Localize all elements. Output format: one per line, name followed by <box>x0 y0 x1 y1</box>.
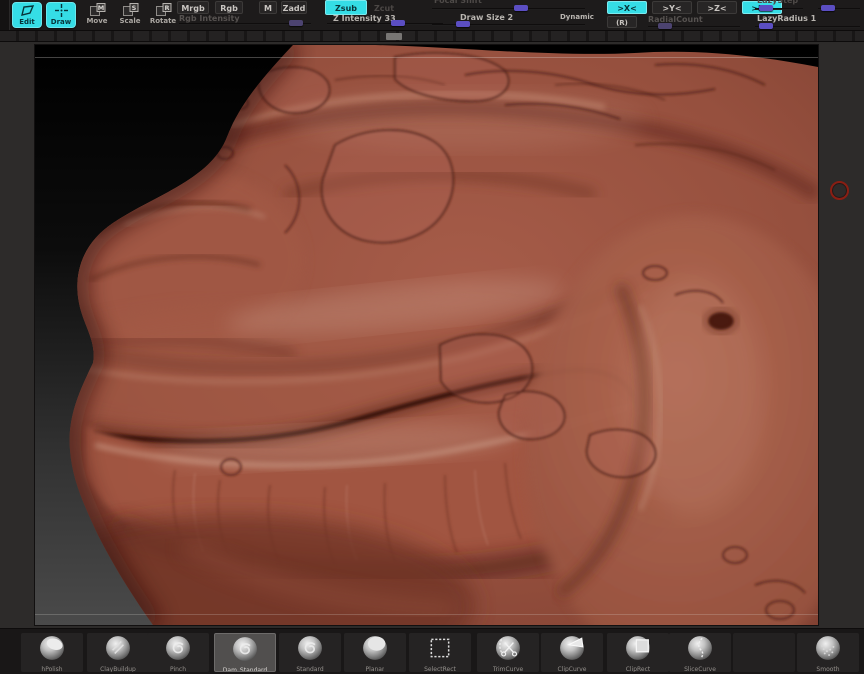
brush-label: Pinch <box>169 666 187 672</box>
brush-label: ClayBuildup <box>100 666 136 672</box>
edit-icon <box>20 5 34 16</box>
brush-label: Standard <box>296 666 324 672</box>
brush-trimcurve[interactable]: TrimCurve <box>477 633 539 672</box>
toolbar-left-edge <box>0 0 10 30</box>
sphere-scissors-icon <box>495 635 521 665</box>
move-button[interactable]: M Move <box>82 3 112 27</box>
sphere-slice-icon <box>687 635 713 665</box>
radial-count-slider[interactable] <box>648 23 740 29</box>
brush-label: Dam_Standard <box>222 667 268 671</box>
brush-cliprect[interactable]: ClipRect <box>607 633 669 672</box>
brush-label: Smooth <box>816 666 840 672</box>
sphere-planar-icon <box>362 635 388 665</box>
sphere-swirl-icon <box>165 635 191 665</box>
m-button[interactable]: M <box>259 1 277 14</box>
brush-label: SliceCurve <box>684 666 716 672</box>
brush-standard[interactable]: Standard <box>279 633 341 672</box>
brush-planar[interactable]: Planar <box>344 633 406 672</box>
lazy-radius-slider[interactable] <box>755 23 860 29</box>
rect-dashed-icon <box>427 635 453 665</box>
brush-claybuildup[interactable]: ClayBuildup <box>87 633 149 672</box>
axis-y-button[interactable]: >Y< <box>652 1 692 14</box>
scale-label: Scale <box>119 17 141 25</box>
lazy-step-slider[interactable] <box>755 5 803 11</box>
lazy-radius-thumb[interactable] <box>759 23 773 29</box>
sphere-clipcurve-icon <box>559 635 585 665</box>
brush-dam_standard[interactable]: Dam_Standard <box>214 633 276 672</box>
draw-button-label: Draw <box>50 18 72 26</box>
rgb-intensity-label: Rgb Intensity <box>179 14 240 23</box>
radial-count-thumb[interactable] <box>658 23 672 29</box>
rgb-button[interactable]: Rgb <box>215 1 243 14</box>
draw-icon <box>54 4 68 17</box>
brush-label: TrimCurve <box>492 666 524 672</box>
zadd-button[interactable]: Zadd <box>281 1 307 14</box>
toolbar-divider-strip <box>0 30 864 42</box>
divider-handle[interactable] <box>386 33 402 40</box>
brush-smooth[interactable]: Smooth <box>797 633 859 672</box>
move-label: Move <box>86 17 108 25</box>
svg-text:R: R <box>164 4 169 12</box>
rotate-label: Rotate <box>149 17 177 25</box>
axis-z-button[interactable]: >Z< <box>697 1 737 14</box>
edit-button-label: Edit <box>19 18 35 26</box>
top-toolbar: Edit Draw M Move S Scale R Rotate Mrgb R… <box>0 0 864 30</box>
brush-pinch[interactable]: Pinch <box>147 633 209 672</box>
move-icon: M <box>89 3 105 16</box>
workspace <box>0 42 864 628</box>
edit-button[interactable]: Edit <box>12 2 42 28</box>
rgb-intensity-thumb[interactable] <box>289 20 303 26</box>
sphere-clay-icon <box>105 635 131 665</box>
brush-hpolish[interactable]: hPolish <box>21 633 83 672</box>
lazy-extra-slider[interactable] <box>818 5 860 11</box>
sphere-swirl-icon <box>232 636 258 666</box>
zsub-button[interactable]: Zsub <box>325 0 367 15</box>
brush-label: ClipCurve <box>557 666 587 672</box>
rotate-icon: R <box>155 3 171 16</box>
brush-cursor-ring <box>830 181 849 200</box>
zcut-button[interactable]: Zcut <box>370 1 398 14</box>
scale-icon: S <box>122 3 138 16</box>
draw-size-thumb[interactable] <box>456 21 470 27</box>
draw-size-slider[interactable] <box>432 21 585 27</box>
z-intensity-thumb[interactable] <box>391 20 405 26</box>
r-button[interactable]: (R) <box>607 16 637 28</box>
focal-shift-label: Focal Shift <box>434 0 482 5</box>
svg-text:M: M <box>97 4 103 12</box>
focal-shift-thumb[interactable] <box>514 5 528 11</box>
brush-slicecurve[interactable]: SliceCurve <box>669 633 731 672</box>
mrgb-button[interactable]: Mrgb <box>177 1 209 14</box>
brush-clipcurve[interactable]: ClipCurve <box>541 633 603 672</box>
sphere-cliprect-icon <box>625 635 651 665</box>
draw-button[interactable]: Draw <box>46 2 76 28</box>
brush-label: ClipRect <box>625 666 651 672</box>
lazy-radius-label: LazyRadius 1 <box>757 14 817 23</box>
brush-tray: hPolish ClayBuildup Pinch Dam_Standard S… <box>0 628 864 674</box>
rotate-button[interactable]: R Rotate <box>148 3 178 27</box>
focal-shift-slider[interactable] <box>432 5 585 11</box>
dynamic-label[interactable]: Dynamic <box>560 13 594 21</box>
tray-empty-slot <box>733 633 795 672</box>
sculpt-document[interactable] <box>34 44 819 626</box>
axis-x-button[interactable]: >X< <box>607 1 647 14</box>
rgb-intensity-slider[interactable] <box>179 20 311 26</box>
z-intensity-label: Z Intensity 33 <box>333 14 396 23</box>
z-intensity-slider[interactable] <box>327 20 443 26</box>
brush-selectrect[interactable]: SelectRect <box>409 633 471 672</box>
svg-text:S: S <box>131 4 136 12</box>
lazy-step-thumb[interactable] <box>759 5 773 11</box>
radial-count-label: RadialCount <box>648 15 703 24</box>
sphere-cut-icon <box>39 635 65 665</box>
brush-label: Planar <box>365 666 385 672</box>
sphere-swirl-icon <box>297 635 323 665</box>
sphere-rough-icon <box>815 635 841 665</box>
brush-label: SelectRect <box>424 666 456 672</box>
sculpt-image <box>35 45 818 625</box>
brush-label: hPolish <box>41 666 63 672</box>
lazy-extra-thumb[interactable] <box>821 5 835 11</box>
scale-button[interactable]: S Scale <box>115 3 145 27</box>
